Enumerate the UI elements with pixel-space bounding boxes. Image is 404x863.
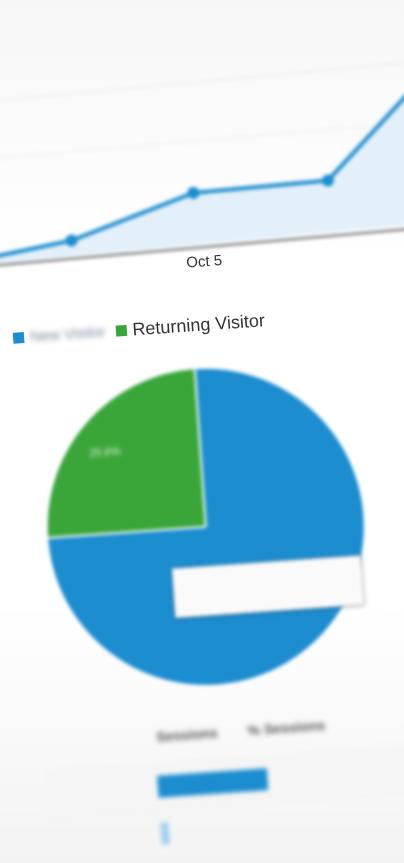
sessions-bar bbox=[157, 768, 269, 798]
gridline bbox=[0, 122, 404, 161]
gridline bbox=[0, 62, 404, 104]
x-tick-label: Oct 5 bbox=[185, 252, 223, 272]
analytics-screenshot: Oct 5 New Visitor Returning Visitor 25.6… bbox=[0, 0, 404, 863]
column-header-percent-sessions[interactable]: % Sessions bbox=[247, 717, 326, 738]
pie-slice-returning-visitor[interactable] bbox=[37, 369, 206, 538]
legend-item-new-visitor[interactable]: New Visitor bbox=[12, 323, 107, 346]
pie-chart bbox=[37, 368, 364, 685]
legend-label: New Visitor bbox=[29, 323, 107, 346]
column-header-sessions[interactable]: Sessions bbox=[156, 725, 218, 745]
legend-swatch bbox=[115, 324, 127, 337]
sessions-table: Sessions % Sessions bbox=[41, 709, 404, 863]
tilted-report-view: Oct 5 New Visitor Returning Visitor 25.6… bbox=[0, 0, 404, 863]
legend-swatch bbox=[12, 332, 25, 344]
sessions-value bbox=[48, 834, 161, 842]
slice-percent-label: 25.6% bbox=[88, 445, 121, 460]
area-fill bbox=[0, 94, 404, 266]
legend-item-returning-visitor[interactable]: Returning Visitor bbox=[115, 310, 266, 341]
pie-legend: New Visitor Returning Visitor bbox=[12, 310, 266, 349]
sessions-value bbox=[45, 787, 158, 795]
table-header: Sessions % Sessions bbox=[41, 709, 404, 753]
legend-label: Returning Visitor bbox=[131, 310, 266, 340]
sessions-bar bbox=[160, 822, 170, 845]
